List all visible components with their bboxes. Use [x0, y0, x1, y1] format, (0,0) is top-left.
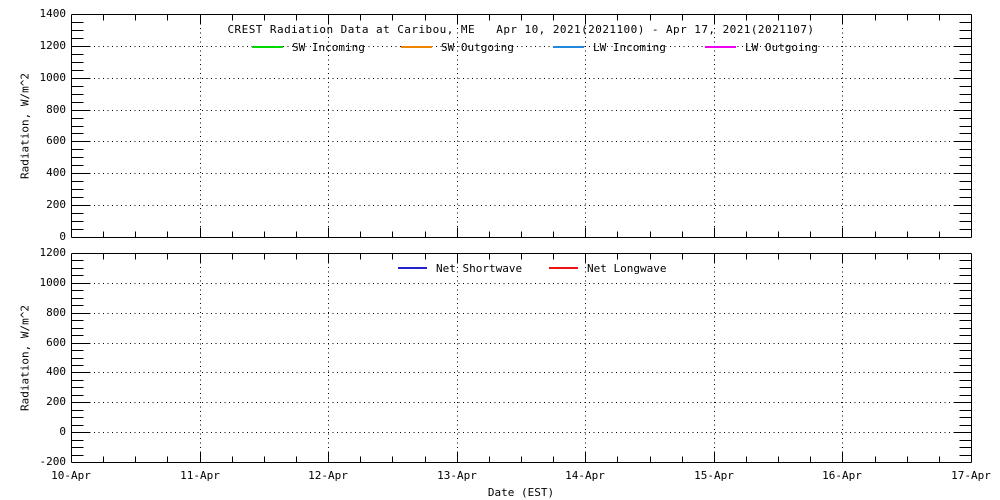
legend-label-net-shortwave: Net Shortwave [436, 261, 523, 275]
legend-line-sw-incoming [252, 46, 283, 48]
y-tick-label: 1200 [39, 246, 67, 259]
legend-label-sw-incoming: SW Incoming [292, 40, 365, 54]
x-tick-label: 10-Apr [51, 469, 91, 482]
x-tick-label: 13-Apr [437, 469, 477, 482]
legend-item-net-longwave: Net Longwave [549, 261, 666, 275]
y-tick-label: -200 [39, 455, 67, 468]
legend-line-sw-outgoing [401, 46, 432, 48]
legend-item-sw-incoming: SW Incoming [252, 40, 365, 54]
x-tick-label: 12-Apr [308, 469, 348, 482]
y-tick-label: 600 [46, 336, 66, 349]
x-tick-label: 17-Apr [951, 469, 991, 482]
y-tick-label: 200 [46, 395, 66, 408]
legend-item-sw-outgoing: SW Outgoing [401, 40, 514, 54]
y-tick-label: 800 [46, 306, 66, 319]
y-tick-label: 600 [46, 134, 66, 147]
y-tick-label: 200 [46, 198, 66, 211]
x-axis-label: Date (EST) [487, 486, 555, 499]
legend-item-net-shortwave: Net Shortwave [398, 261, 522, 275]
legend-label-lw-outgoing: LW Outgoing [745, 40, 818, 54]
y-tick-label: 0 [59, 425, 66, 438]
y-tick-label: 1400 [39, 7, 67, 20]
legend-item-lw-outgoing: LW Outgoing [705, 40, 818, 54]
top-y-axis-label: Radiation, W/m^2 [18, 73, 32, 179]
legend-line-net-longwave [549, 267, 578, 269]
y-tick-label: 400 [46, 365, 66, 378]
legend-label-lw-incoming: LW Incoming [593, 40, 666, 54]
chart-title: CREST Radiation Data at Caribou, ME Apr … [227, 23, 815, 36]
x-tick-label: 15-Apr [694, 469, 734, 482]
legend-line-lw-outgoing [705, 46, 736, 48]
x-tick-label: 14-Apr [565, 469, 605, 482]
legend-label-net-longwave: Net Longwave [587, 261, 667, 275]
y-tick-label: 1000 [39, 71, 67, 84]
y-tick-label: 1000 [39, 276, 67, 289]
legend-item-lw-incoming: LW Incoming [553, 40, 666, 54]
x-tick-label: 16-Apr [822, 469, 862, 482]
legend-line-net-shortwave [398, 267, 427, 269]
y-tick-label: 800 [46, 103, 66, 116]
y-tick-label: 400 [46, 166, 66, 179]
axes-canvas [71, 14, 972, 463]
legend-label-sw-outgoing: SW Outgoing [441, 40, 514, 54]
radiation-chart: CREST Radiation Data at Caribou, ME Apr … [0, 0, 1000, 500]
y-tick-label: 1200 [39, 39, 67, 52]
x-tick-label: 11-Apr [180, 469, 220, 482]
legend-line-lw-incoming [553, 46, 584, 48]
y-tick-label: 0 [59, 230, 66, 243]
